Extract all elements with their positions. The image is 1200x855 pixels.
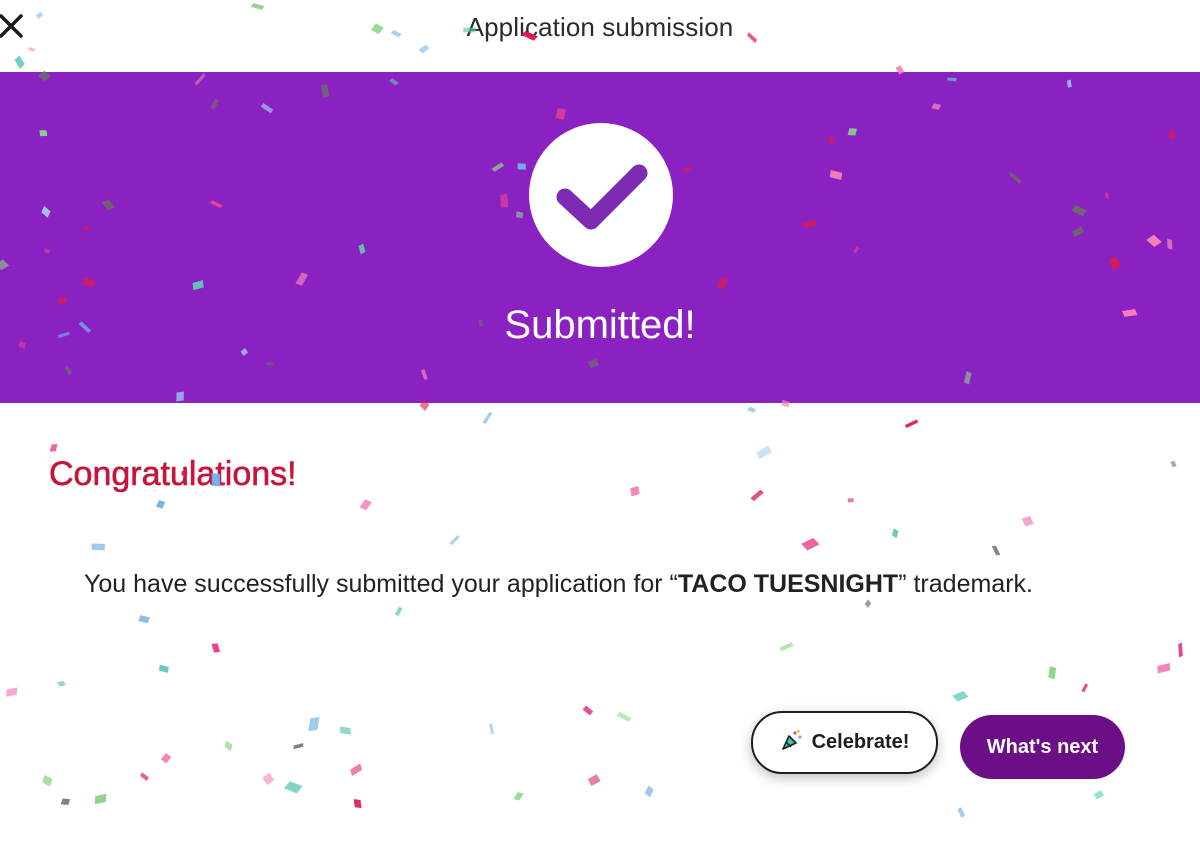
- confetti-piece: [864, 599, 872, 609]
- confetti-piece: [49, 444, 58, 452]
- confetti-piece: [644, 785, 654, 798]
- dialog-title: Application submission: [466, 12, 734, 42]
- confetti-piece: [847, 498, 854, 503]
- confetti-piece: [140, 772, 149, 782]
- success-badge: [529, 123, 673, 267]
- confetti-piece: [159, 664, 169, 673]
- confetti-piece: [952, 691, 969, 702]
- confetti-piece: [160, 753, 172, 764]
- confetti-piece: [94, 793, 107, 805]
- confetti-piece: [60, 798, 71, 805]
- confetti-piece: [449, 534, 460, 546]
- confetti-piece: [779, 642, 794, 652]
- confetti-piece: [211, 643, 221, 653]
- confetti-piece: [1157, 662, 1171, 674]
- confetti-piece: [359, 499, 372, 511]
- whats-next-button[interactable]: What's next: [960, 715, 1125, 779]
- party-popper-icon: [780, 728, 804, 758]
- message-suffix: ” trademark.: [898, 570, 1033, 598]
- confetti-piece: [57, 680, 66, 687]
- confetti-piece: [616, 711, 632, 722]
- confetti-piece: [42, 774, 53, 787]
- confetti-piece: [482, 412, 493, 424]
- confetti-piece: [353, 799, 362, 809]
- status-text: Submitted!: [504, 303, 696, 347]
- confetti-piece: [284, 781, 303, 794]
- confetti-piece: [1170, 460, 1177, 468]
- confetti-piece: [1021, 515, 1034, 527]
- celebrate-button[interactable]: Celebrate!: [751, 711, 938, 774]
- confetti-piece: [262, 772, 275, 786]
- trademark-name: TACO TUESNIGHT: [677, 570, 899, 598]
- confetti-piece: [747, 406, 757, 413]
- confetti-piece: [630, 486, 640, 497]
- confetti-piece: [1093, 790, 1105, 800]
- whats-next-label: What's next: [986, 735, 1099, 758]
- success-message: You have successfully submitted your app…: [84, 570, 1033, 599]
- congratulations-heading: Congratulations!: [49, 455, 297, 494]
- confetti-piece: [756, 445, 772, 460]
- confetti-piece: [582, 705, 594, 716]
- confetti-piece: [991, 545, 1001, 556]
- confetti-piece: [350, 763, 363, 777]
- message-prefix: You have successfully submitted your app…: [84, 570, 678, 598]
- confetti-piece: [293, 743, 304, 750]
- success-banner: Submitted!: [0, 72, 1200, 403]
- confetti-piece: [957, 807, 966, 818]
- confetti-piece: [750, 489, 764, 502]
- confetti-piece: [156, 500, 166, 509]
- confetti-piece: [138, 615, 150, 624]
- confetti-piece: [394, 606, 403, 617]
- confetti-piece: [91, 543, 105, 551]
- confetti-piece: [801, 537, 820, 551]
- celebrate-label: Celebrate!: [811, 731, 910, 753]
- confetti-piece: [489, 723, 495, 735]
- confetti-piece: [339, 726, 351, 735]
- checkmark-icon: [556, 164, 648, 230]
- confetti-piece: [308, 717, 320, 732]
- confetti-piece: [224, 740, 233, 752]
- confetti-piece: [587, 774, 601, 786]
- confetti-piece: [513, 792, 524, 801]
- confetti-piece: [1178, 642, 1183, 658]
- modal-header: Application submission: [0, 0, 1200, 72]
- confetti-piece: [1048, 666, 1057, 680]
- confetti-piece: [1081, 683, 1089, 693]
- confetti-piece: [891, 528, 899, 539]
- confetti-piece: [905, 419, 919, 429]
- confetti-piece: [6, 687, 18, 697]
